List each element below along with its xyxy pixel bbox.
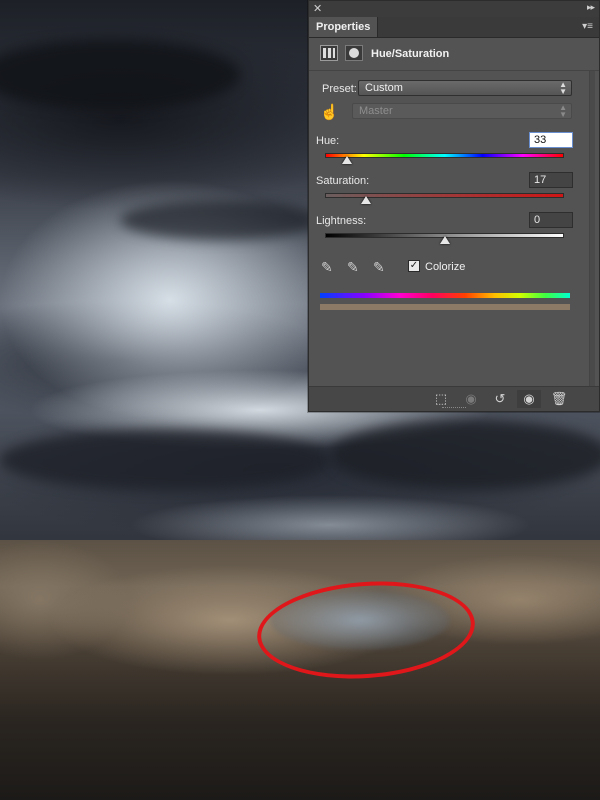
- tab-properties[interactable]: Properties: [309, 17, 379, 37]
- resize-grip[interactable]: [442, 407, 466, 410]
- eyedropper-icon[interactable]: ✎: [321, 259, 333, 276]
- channel-value: Master: [359, 105, 393, 117]
- hand-icon[interactable]: ☝: [320, 103, 339, 121]
- lightness-label: Lightness:: [316, 215, 367, 227]
- close-icon[interactable]: ✕: [313, 2, 322, 15]
- lightness-slider-thumb[interactable]: [439, 236, 450, 244]
- hue-label: Hue:: [316, 135, 340, 147]
- select-arrows-icon: ▲ ▼: [559, 80, 567, 96]
- hue-saturation-icon[interactable]: [320, 45, 338, 61]
- saturation-slider-thumb[interactable]: [360, 196, 371, 204]
- dark-cloud: [120, 200, 320, 240]
- dark-cloud: [330, 420, 600, 490]
- colorize-label: Colorize: [425, 261, 466, 273]
- select-arrows-icon: ▲ ▼: [559, 103, 567, 119]
- channel-select[interactable]: Master ▲ ▼: [352, 103, 572, 119]
- eyedropper-subtract-icon[interactable]: ✎: [373, 259, 385, 276]
- saturation-label: Saturation:: [316, 175, 370, 187]
- properties-panel: ✕ ▸▸ Properties ▾≡ Hue/Saturation Preset…: [308, 0, 600, 412]
- clip-to-layer-icon[interactable]: ⬚: [429, 390, 453, 408]
- reset-icon[interactable]: ↺: [488, 390, 512, 408]
- input-color-bar: [320, 293, 570, 298]
- collapse-icon[interactable]: ▸▸: [587, 2, 595, 13]
- colorize-checkbox[interactable]: ✓: [408, 260, 420, 272]
- saturation-field[interactable]: 17: [529, 172, 573, 188]
- panel-footer: ⬚ ◉ ↺ ◉ 🗑: [309, 386, 599, 411]
- view-previous-icon[interactable]: ◉: [459, 390, 483, 408]
- lightness-field[interactable]: 0: [529, 212, 573, 228]
- layer-mask-icon[interactable]: [345, 45, 363, 61]
- adjustment-header: Hue/Saturation: [309, 38, 599, 71]
- hue-slider-thumb[interactable]: [341, 156, 352, 164]
- dark-cloud: [0, 430, 330, 490]
- trash-icon[interactable]: 🗑: [547, 390, 571, 408]
- hue-field[interactable]: 33: [529, 132, 573, 148]
- preset-select[interactable]: Custom ▲ ▼: [358, 80, 572, 96]
- eyedropper-add-icon[interactable]: ✎: [347, 259, 359, 276]
- output-color-bar: [320, 304, 570, 310]
- panel-title-bar[interactable]: ✕ ▸▸: [309, 1, 599, 17]
- preset-value: Custom: [365, 82, 403, 94]
- panel-scrollbar[interactable]: [589, 71, 595, 386]
- panel-tab-bar: Properties ▾≡: [309, 17, 599, 38]
- eye-icon[interactable]: ◉: [517, 390, 541, 408]
- panel-menu-icon[interactable]: ▾≡: [582, 21, 593, 32]
- preset-label: Preset:: [322, 83, 357, 95]
- hue-slider-track[interactable]: [325, 153, 564, 158]
- adjustment-title: Hue/Saturation: [371, 48, 450, 60]
